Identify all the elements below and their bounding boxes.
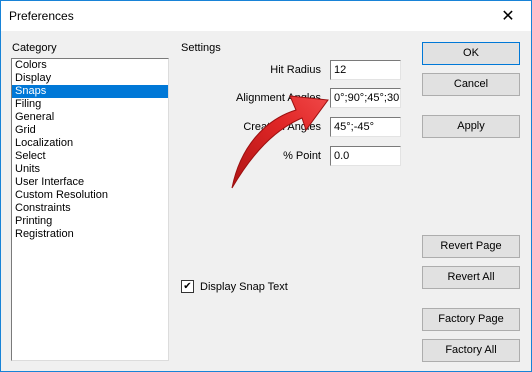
settings-label: Settings — [181, 42, 221, 54]
hit-radius-label: Hit Radius — [270, 64, 321, 76]
display-snap-text-label: Display Snap Text — [200, 281, 288, 293]
factory-all-button[interactable]: Factory All — [422, 339, 520, 362]
category-item-colors[interactable]: Colors — [12, 59, 168, 72]
window-title: Preferences — [9, 9, 74, 23]
category-item-select[interactable]: Select — [12, 150, 168, 163]
category-item-localization[interactable]: Localization — [12, 137, 168, 150]
hit-radius-input[interactable]: 12 — [330, 60, 401, 80]
factory-page-button[interactable]: Factory Page — [422, 308, 520, 331]
category-item-general[interactable]: General — [12, 111, 168, 124]
cancel-button[interactable]: Cancel — [422, 73, 520, 96]
category-item-custom-resolution[interactable]: Custom Resolution — [12, 189, 168, 202]
category-item-units[interactable]: Units — [12, 163, 168, 176]
revert-all-button[interactable]: Revert All — [422, 266, 520, 289]
alignment-angles-input[interactable]: 0°;90°;45°;30° — [330, 88, 401, 108]
category-item-constraints[interactable]: Constraints — [12, 202, 168, 215]
category-item-printing[interactable]: Printing — [12, 215, 168, 228]
creation-angles-input[interactable]: 45°;-45° — [330, 117, 401, 137]
revert-page-button[interactable]: Revert Page — [422, 235, 520, 258]
category-item-display[interactable]: Display — [12, 72, 168, 85]
category-listbox[interactable]: Colors Display Snaps Filing General Grid Local… — [11, 58, 169, 361]
annotation-arrow-icon — [231, 95, 329, 189]
display-snap-text-checkbox[interactable]: ✔ — [181, 280, 194, 293]
close-icon[interactable]: ✕ — [485, 1, 531, 31]
category-item-snaps[interactable]: Snaps — [12, 85, 168, 98]
category-item-registration[interactable]: Registration — [12, 228, 168, 241]
category-item-grid[interactable]: Grid — [12, 124, 168, 137]
preferences-dialog: Preferences ✕ Category Colors Display Snap… — [0, 0, 532, 372]
category-item-user-interface[interactable]: User Interface — [12, 176, 168, 189]
category-label: Category — [12, 42, 57, 54]
ok-button[interactable]: OK — [422, 42, 520, 65]
title-bar[interactable]: Preferences ✕ — [1, 1, 531, 31]
apply-button[interactable]: Apply — [422, 115, 520, 138]
category-item-filing[interactable]: Filing — [12, 98, 168, 111]
percent-point-input[interactable]: 0.0 — [330, 146, 401, 166]
